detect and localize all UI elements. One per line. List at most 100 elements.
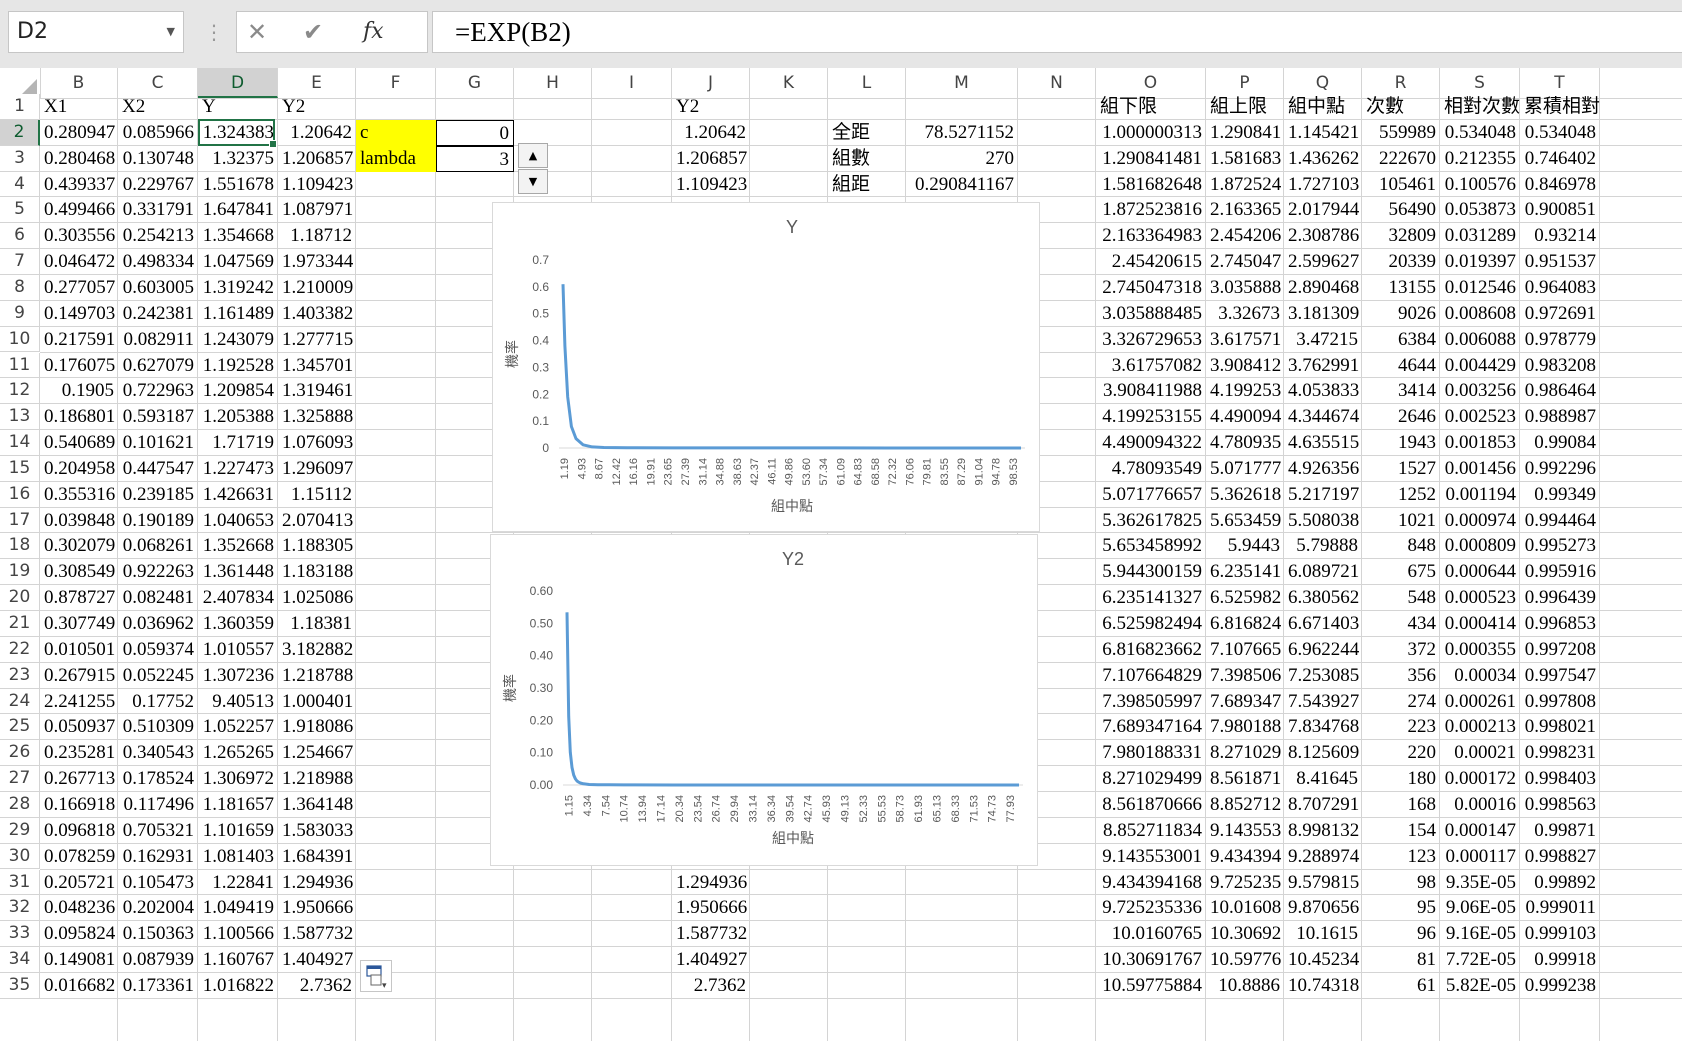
data-cell-C[interactable]: 0.239185 — [118, 482, 198, 508]
data-cell-P[interactable]: 5.362618 — [1206, 482, 1284, 508]
data-cell-Q[interactable]: 5.79888 — [1284, 533, 1362, 559]
data-cell-B[interactable]: 0.878727 — [40, 585, 118, 611]
data-cell-P[interactable]: 6.525982 — [1206, 585, 1284, 611]
data-cell-S[interactable]: 0.004429 — [1440, 353, 1520, 379]
data-cell-B[interactable]: 0.280468 — [40, 146, 118, 172]
row-header-8[interactable]: 8 — [0, 274, 40, 301]
data-cell-T[interactable]: 0.994464 — [1520, 508, 1600, 534]
data-cell-E[interactable]: 1.345701 — [278, 353, 356, 379]
header-cell-E[interactable]: Y2 — [278, 94, 356, 120]
data-cell-S[interactable]: 0.019397 — [1440, 249, 1520, 275]
fill-handle[interactable] — [269, 140, 277, 148]
data-cell-S[interactable]: 0.001194 — [1440, 482, 1520, 508]
row-header-7[interactable]: 7 — [0, 249, 40, 275]
data-cell-T[interactable]: 0.99084 — [1520, 430, 1600, 456]
data-cell-C[interactable]: 0.722963 — [118, 378, 198, 404]
data-cell-C[interactable]: 0.593187 — [118, 404, 198, 430]
data-cell-T[interactable]: 0.999011 — [1520, 895, 1600, 921]
data-cell-O[interactable]: 3.035888485 — [1096, 301, 1206, 327]
row-header-35[interactable]: 35 — [0, 972, 40, 999]
stat-label[interactable]: 組數 — [828, 146, 906, 172]
data-cell-S[interactable]: 0.000523 — [1440, 585, 1520, 611]
data-cell-Q[interactable]: 8.41645 — [1284, 766, 1362, 792]
data-cell-B[interactable]: 0.176075 — [40, 353, 118, 379]
row-header-22[interactable]: 22 — [0, 636, 40, 663]
data-cell-P[interactable]: 4.490094 — [1206, 404, 1284, 430]
data-cell-Q[interactable]: 6.089721 — [1284, 559, 1362, 585]
data-cell-E[interactable]: 1.277715 — [278, 327, 356, 353]
data-cell-B[interactable]: 0.048236 — [40, 895, 118, 921]
data-cell-B[interactable]: 0.280947 — [40, 120, 118, 146]
data-cell-D[interactable]: 1.32375 — [198, 146, 278, 172]
data-cell-D[interactable]: 1.209854 — [198, 378, 278, 404]
data-cell-S[interactable]: 0.000117 — [1440, 844, 1520, 870]
data-cell-T[interactable]: 0.997208 — [1520, 637, 1600, 663]
data-cell-R[interactable]: 13155 — [1362, 275, 1440, 301]
data-cell-C[interactable]: 0.036962 — [118, 611, 198, 637]
data-cell-Q[interactable]: 3.181309 — [1284, 301, 1362, 327]
data-cell-E[interactable]: 1.18381 — [278, 611, 356, 637]
data-cell-D[interactable]: 9.40513 — [198, 689, 278, 715]
data-cell-O[interactable]: 2.163364983 — [1096, 223, 1206, 249]
data-cell-O[interactable]: 5.653458992 — [1096, 533, 1206, 559]
data-cell-B[interactable]: 0.046472 — [40, 249, 118, 275]
data-cell-R[interactable]: 96 — [1362, 921, 1440, 947]
data-cell-T[interactable]: 0.998021 — [1520, 714, 1600, 740]
data-cell-R[interactable]: 356 — [1362, 663, 1440, 689]
data-cell-O[interactable]: 10.30691767 — [1096, 947, 1206, 973]
row-header-5[interactable]: 5 — [0, 197, 40, 224]
data-cell-S[interactable]: 5.82E-05 — [1440, 973, 1520, 999]
data-cell-P[interactable]: 9.143553 — [1206, 818, 1284, 844]
data-cell-D[interactable]: 1.049419 — [198, 895, 278, 921]
stat-label[interactable]: 全距 — [828, 120, 906, 146]
data-cell-P[interactable]: 2.454206 — [1206, 223, 1284, 249]
enter-check-icon[interactable]: ✔ — [303, 18, 323, 46]
data-cell-S[interactable]: 0.003256 — [1440, 378, 1520, 404]
data-cell-S[interactable]: 0.00021 — [1440, 740, 1520, 766]
column-header-I[interactable]: I — [592, 68, 672, 98]
data-cell-P[interactable]: 7.689347 — [1206, 689, 1284, 715]
data-cell-O[interactable]: 10.0160765 — [1096, 921, 1206, 947]
data-cell-Q[interactable]: 10.1615 — [1284, 921, 1362, 947]
data-cell-D[interactable]: 1.101659 — [198, 818, 278, 844]
row-header-26[interactable]: 26 — [0, 740, 40, 767]
data-cell-S[interactable]: 0.000809 — [1440, 533, 1520, 559]
row-header-28[interactable]: 28 — [0, 791, 40, 818]
data-cell-R[interactable]: 168 — [1362, 792, 1440, 818]
data-cell-C[interactable]: 0.202004 — [118, 895, 198, 921]
data-cell-O[interactable]: 3.908411988 — [1096, 378, 1206, 404]
data-cell-C[interactable]: 0.101621 — [118, 430, 198, 456]
data-cell-R[interactable]: 559989 — [1362, 120, 1440, 146]
column-header-M[interactable]: M — [906, 68, 1018, 98]
data-cell-S[interactable]: 0.002523 — [1440, 404, 1520, 430]
name-box[interactable]: D2 ▼ — [8, 11, 184, 53]
data-cell-B[interactable]: 0.267915 — [40, 663, 118, 689]
data-cell-P[interactable]: 7.980188 — [1206, 714, 1284, 740]
row-header-1[interactable]: 1 — [0, 94, 40, 120]
data-cell-Q[interactable]: 5.217197 — [1284, 482, 1362, 508]
data-cell-D[interactable]: 1.426631 — [198, 482, 278, 508]
data-cell-E[interactable]: 1.109423 — [278, 172, 356, 198]
row-header-30[interactable]: 30 — [0, 843, 40, 870]
data-cell-Q[interactable]: 9.870656 — [1284, 895, 1362, 921]
data-cell-Q[interactable]: 1.436262 — [1284, 146, 1362, 172]
data-cell-J[interactable]: 1.109423 — [672, 172, 750, 198]
row-header-11[interactable]: 11 — [0, 352, 40, 379]
data-cell-J[interactable]: 1.950666 — [672, 895, 750, 921]
data-cell-B[interactable]: 0.499466 — [40, 197, 118, 223]
data-cell-B[interactable]: 0.149703 — [40, 301, 118, 327]
data-cell-C[interactable]: 0.082481 — [118, 585, 198, 611]
data-cell-P[interactable]: 10.8886 — [1206, 973, 1284, 999]
data-cell-R[interactable]: 1527 — [1362, 456, 1440, 482]
data-cell-S[interactable]: 0.000414 — [1440, 611, 1520, 637]
data-cell-C[interactable]: 0.340543 — [118, 740, 198, 766]
stat-value[interactable]: 0.290841167 — [906, 172, 1018, 198]
data-cell-E[interactable]: 1.20642 — [278, 120, 356, 146]
data-cell-E[interactable]: 1.025086 — [278, 585, 356, 611]
data-cell-P[interactable]: 8.852712 — [1206, 792, 1284, 818]
header-cell-P[interactable]: 組上限 — [1206, 94, 1284, 120]
data-cell-O[interactable]: 5.071776657 — [1096, 482, 1206, 508]
data-cell-C[interactable]: 0.085966 — [118, 120, 198, 146]
row-header-17[interactable]: 17 — [0, 507, 40, 534]
column-header-L[interactable]: L — [828, 68, 906, 98]
